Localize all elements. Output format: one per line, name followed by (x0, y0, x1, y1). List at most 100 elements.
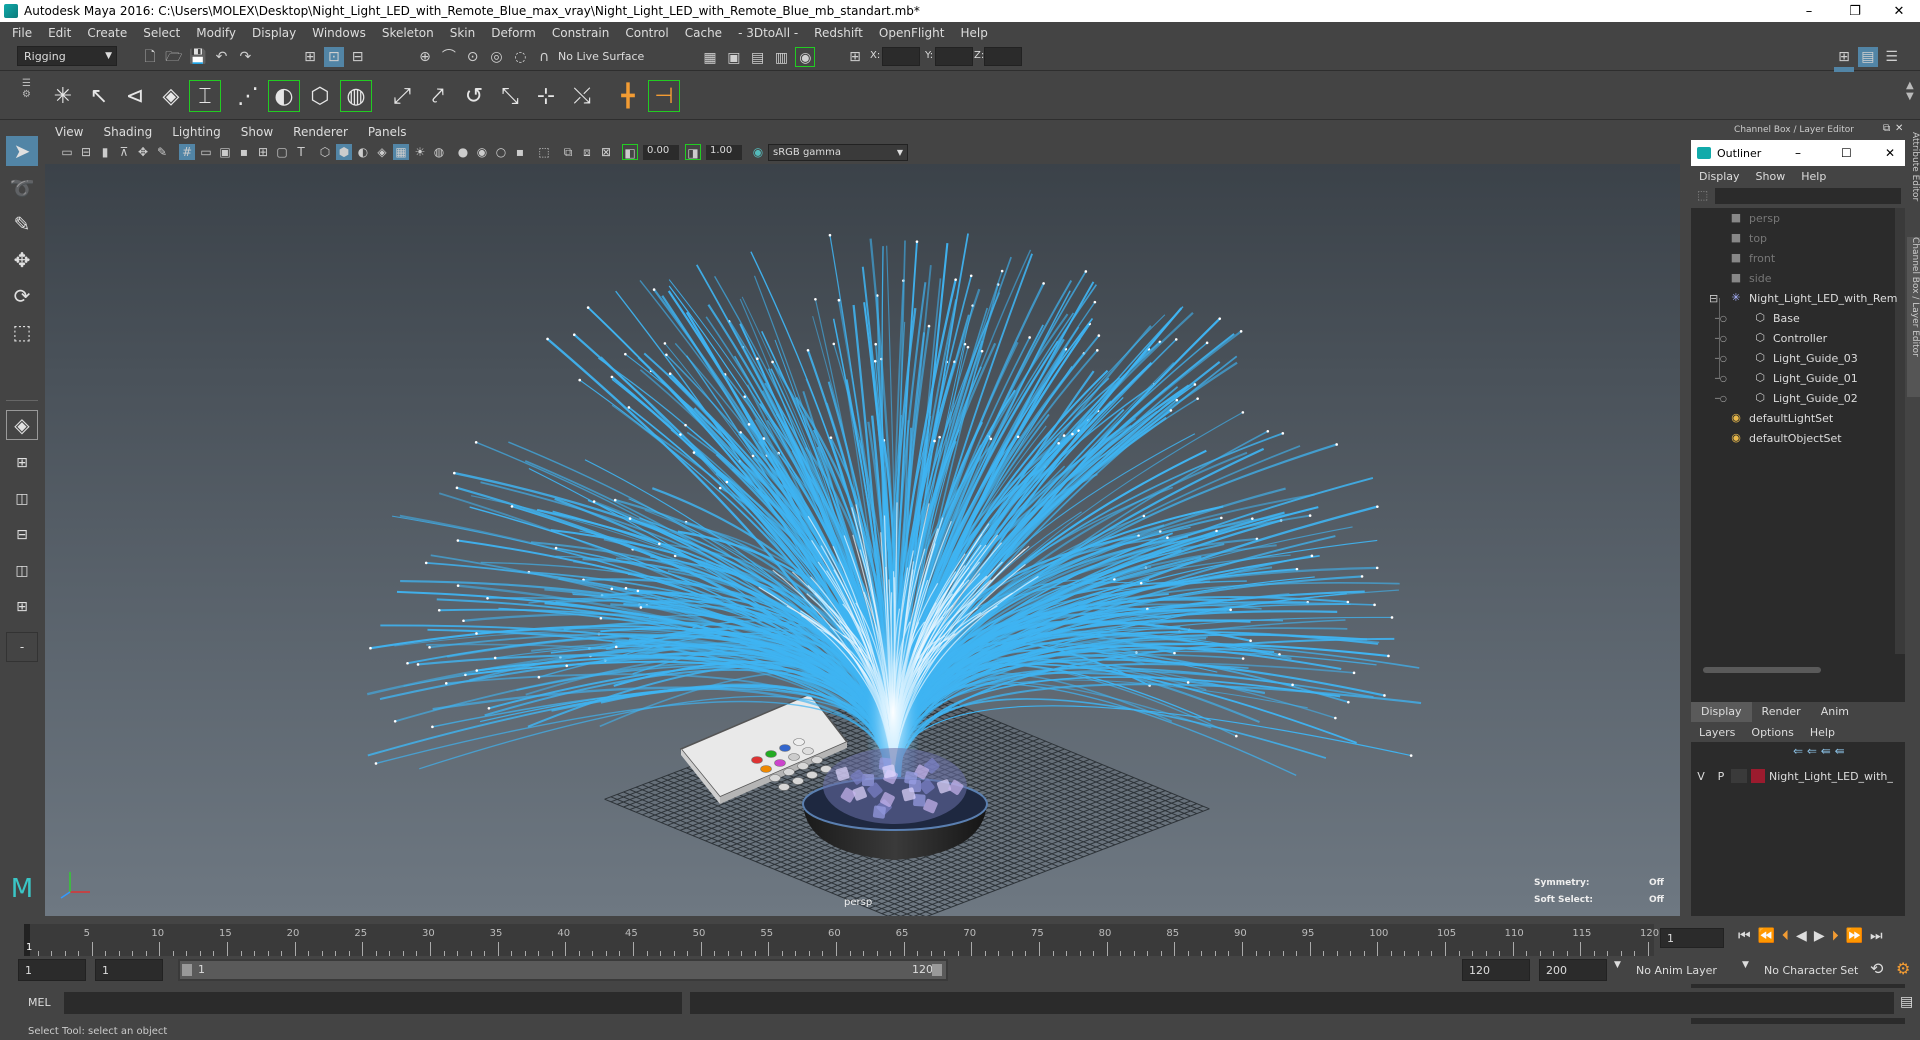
mirror-joint-icon[interactable]: ⊣ (648, 80, 680, 112)
step-back-key-icon[interactable]: ⏪ (1758, 928, 1782, 944)
wrap-deformer-icon[interactable]: ⬡ (304, 80, 336, 112)
script-editor-icon[interactable]: ▤ (1900, 994, 1913, 1010)
menuset-dropdown[interactable]: Rigging ▼ (17, 46, 117, 66)
textured-icon[interactable]: ▦ (393, 144, 409, 160)
rotate-tool-icon[interactable]: ⟳ (6, 281, 38, 311)
locator-icon[interactable]: ⌶ (189, 80, 221, 112)
outliner-item[interactable]: ■ side (1691, 268, 1772, 288)
menu-openflight[interactable]: OpenFlight (871, 26, 953, 40)
resolution-gate-icon[interactable]: ▣ (217, 144, 233, 160)
grease-pencil-icon[interactable]: ✎ (154, 144, 170, 160)
layer-row[interactable]: V P Night_Light_LED_with_ (1691, 766, 1905, 786)
isolate-select-icon[interactable]: ⬚ (536, 144, 552, 160)
outliner-item[interactable]: ─○ ⬡ Light_Guide_03 (1691, 348, 1858, 368)
safe-title-icon[interactable]: T (293, 144, 309, 160)
shelf-tabs-icon[interactable]: ☰ ⚙ (22, 78, 31, 100)
gamma-icon[interactable]: ◨ (685, 144, 701, 160)
new-layer-selected-icon[interactable]: ⇚ (1835, 744, 1845, 758)
menu-deform[interactable]: Deform (483, 26, 544, 40)
outliner-minimize-button[interactable]: – (1795, 146, 1801, 160)
snap-point-icon[interactable]: ⊙ (463, 47, 483, 67)
wireframe-icon[interactable]: ⬡ (317, 144, 333, 160)
menu-cache[interactable]: Cache (677, 26, 730, 40)
close-button[interactable]: ✕ (1876, 0, 1920, 22)
layer-tab-display[interactable]: Display (1691, 702, 1752, 722)
anim-layer-dropdown[interactable]: No Anim Layer (1630, 959, 1740, 981)
viewport-menu-panels[interactable]: Panels (358, 125, 417, 139)
select-tool-icon[interactable]: ➤ (6, 136, 38, 166)
snap-grid-icon[interactable]: ⊕ (415, 47, 435, 67)
save-scene-icon[interactable]: 💾 (188, 47, 208, 67)
wireframe-on-shaded-icon[interactable]: ◈ (374, 144, 390, 160)
float-panel-icon[interactable]: ⧉ (1883, 123, 1890, 134)
add-influence-icon[interactable]: ╋ (612, 80, 644, 112)
persp-uv-layout-icon[interactable]: ⊞ (6, 592, 38, 622)
layer-color-swatch[interactable] (1751, 769, 1765, 783)
select-object-icon[interactable]: ⊡ (323, 47, 344, 67)
outliner-item[interactable]: ◉ defaultLightSet (1691, 408, 1833, 428)
camera-attributes-icon[interactable]: ⊟ (78, 144, 94, 160)
transform-input-icon[interactable]: ⊞ (845, 47, 865, 67)
layer-tab-render[interactable]: Render (1752, 702, 1811, 722)
four-view-layout-icon[interactable]: ⊞ (6, 448, 38, 478)
motion-blur-icon[interactable]: ◉ (474, 144, 490, 160)
menu-3dtoall[interactable]: - 3DtoAll - (730, 26, 806, 40)
xray-joints-icon[interactable]: ⧈ (579, 144, 595, 160)
color-management-icon[interactable]: ◉ (750, 144, 766, 160)
auto-key-icon[interactable]: ⟲ (1870, 959, 1883, 978)
layer-type-toggle[interactable] (1731, 769, 1747, 783)
live-surface-field[interactable]: No Live Surface (552, 46, 662, 66)
exposure-field[interactable]: 0.00 (643, 145, 679, 160)
new-layer-icon[interactable]: ⇚ (1821, 744, 1831, 758)
menu-redshift[interactable]: Redshift (806, 26, 871, 40)
depth-of-field-icon[interactable]: ▪ (512, 144, 528, 160)
ik-spline-icon[interactable]: ⊲ (119, 80, 151, 112)
menu-help[interactable]: Help (952, 26, 995, 40)
outliner-item[interactable]: ─○ ⬡ Base (1691, 308, 1800, 328)
layer-menu-options[interactable]: Options (1743, 726, 1801, 739)
scene-end-field[interactable]: 200 (1539, 959, 1607, 981)
move-layer-down-icon[interactable]: ⇐ (1807, 744, 1817, 758)
outliner-item[interactable]: ■ persp (1691, 208, 1780, 228)
scale-tool-icon[interactable]: ⬚ (6, 317, 38, 347)
render-view-icon[interactable]: ▥ (771, 48, 791, 68)
gamma-field[interactable]: 1.00 (706, 145, 742, 160)
exposure-icon[interactable]: ◧ (622, 144, 638, 160)
attribute-editor-toggle-icon[interactable]: ▤ (1857, 47, 1878, 67)
soft-mod-icon[interactable]: ◍ (340, 80, 372, 112)
move-tool-icon[interactable]: ✥ (6, 245, 38, 275)
animation-prefs-icon[interactable]: ⚙ (1896, 959, 1910, 978)
outliner-hscroll-thumb[interactable] (1703, 667, 1821, 673)
orient-constraint-icon[interactable]: ↺ (458, 80, 490, 112)
menu-skeleton[interactable]: Skeleton (374, 26, 442, 40)
outliner-item[interactable]: ◉ defaultObjectSet (1691, 428, 1841, 448)
menu-edit[interactable]: Edit (40, 26, 79, 40)
step-forward-key-icon[interactable]: ⏩ (1846, 928, 1870, 944)
smooth-shade-icon[interactable]: ⬢ (336, 144, 352, 160)
select-camera-icon[interactable]: ▭ (59, 144, 75, 160)
skin-bind-icon[interactable]: ◈ (155, 80, 187, 112)
menu-skin[interactable]: Skin (442, 26, 484, 40)
create-joints-icon[interactable]: ✳ (47, 80, 79, 112)
outliner-item[interactable]: ─○ ⬡ Light_Guide_02 (1691, 388, 1858, 408)
single-perspective-layout-icon[interactable]: ◈ (6, 410, 38, 440)
collapse-toggle-icon[interactable]: ⊟ (1709, 292, 1723, 305)
layer-tab-anim[interactable]: Anim (1811, 702, 1859, 722)
ik-handle-icon[interactable]: ↖ (83, 80, 115, 112)
field-chart-icon[interactable]: ⊞ (255, 144, 271, 160)
chevron-down-icon[interactable]: ▼ (1614, 960, 1621, 970)
outliner-vscroll[interactable] (1895, 208, 1905, 654)
layer-visibility-toggle[interactable]: V (1691, 770, 1711, 783)
layout-menu-icon[interactable]: ‑ (6, 632, 38, 662)
range-slider-bar[interactable]: 1 120 (180, 961, 946, 979)
gate-mask-icon[interactable]: ▪ (236, 144, 252, 160)
perspective-viewport[interactable]: persp Symmetry: Off Soft Select: Off (45, 164, 1680, 916)
tool-settings-icon[interactable]: ☰ (1882, 47, 1902, 67)
channel-box-tab[interactable]: Channel Box / Layer Editor (1907, 237, 1920, 397)
cluster-icon[interactable]: ⋰ (232, 80, 264, 112)
open-scene-icon[interactable]: 🗁 (164, 47, 184, 67)
menu-display[interactable]: Display (244, 26, 304, 40)
use-lights-icon[interactable]: ☀ (412, 144, 428, 160)
playback-end-field[interactable]: 120 (1462, 959, 1530, 981)
command-input[interactable] (64, 992, 682, 1014)
